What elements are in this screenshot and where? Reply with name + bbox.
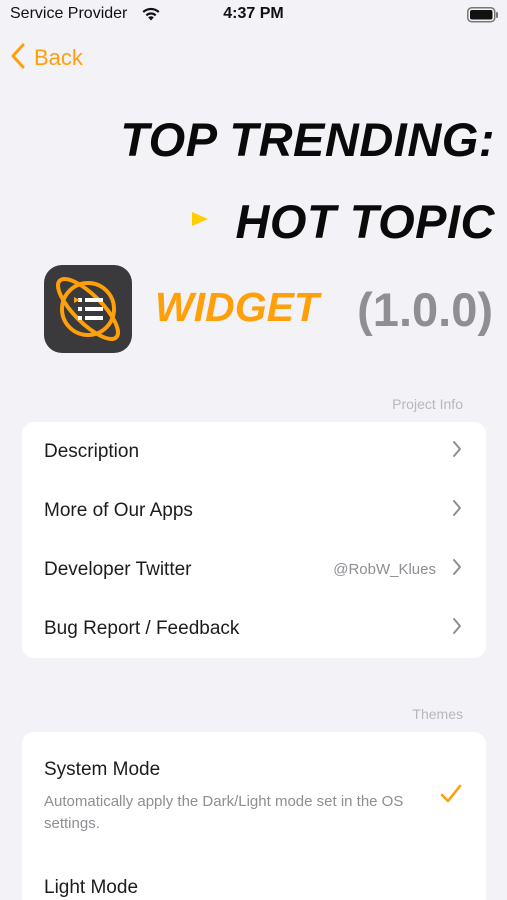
row-description[interactable]: Description — [22, 422, 486, 481]
project-info-card: Description More of Our Apps Developer T… — [22, 422, 486, 658]
theme-system-mode[interactable]: System Mode Automatically apply the Dark… — [22, 732, 486, 850]
themes-card: System Mode Automatically apply the Dark… — [22, 732, 486, 900]
checkmark-icon — [440, 784, 462, 809]
chevron-right-icon — [452, 440, 462, 463]
battery-icon — [467, 7, 499, 28]
chevron-right-icon — [452, 558, 462, 581]
row-label: Bug Report / Feedback — [44, 617, 240, 639]
app-name-label: WIDGET — [155, 284, 319, 330]
chevron-left-icon — [10, 43, 26, 74]
app-icon — [44, 265, 132, 353]
row-label: More of Our Apps — [44, 499, 193, 521]
status-bar: Service Provider 4:37 PM — [0, 0, 507, 30]
play-icon — [191, 211, 209, 232]
clock-label: 4:37 PM — [223, 5, 284, 22]
back-label: Back — [34, 45, 83, 70]
row-label: Description — [44, 440, 140, 462]
row-developer-twitter[interactable]: Developer Twitter @RobW_Klues — [22, 540, 486, 599]
twitter-handle: @RobW_Klues — [333, 561, 436, 578]
row-bug-report[interactable]: Bug Report / Feedback — [22, 599, 486, 658]
row-more-apps[interactable]: More of Our Apps — [22, 481, 486, 540]
orbit-list-icon — [56, 277, 120, 341]
project-info-header: Project Info — [392, 396, 463, 412]
headline-hot-topic: HOT TOPIC — [235, 195, 495, 248]
theme-description: Automatically apply the Dark/Light mode … — [44, 793, 404, 832]
theme-light-mode[interactable]: Light Mode — [22, 850, 486, 900]
row-label: Developer Twitter — [44, 558, 192, 580]
chevron-right-icon — [452, 617, 462, 640]
chevron-right-icon — [452, 499, 462, 522]
headline-top-trending: TOP TRENDING: — [120, 113, 495, 166]
themes-header: Themes — [412, 706, 463, 722]
theme-title: Light Mode — [44, 877, 139, 898]
version-label: (1.0.0) — [357, 283, 493, 336]
back-button[interactable]: Back — [10, 40, 83, 76]
theme-title: System Mode — [44, 759, 161, 780]
headline-hot-topic-row: HOT TOPIC — [191, 194, 495, 249]
